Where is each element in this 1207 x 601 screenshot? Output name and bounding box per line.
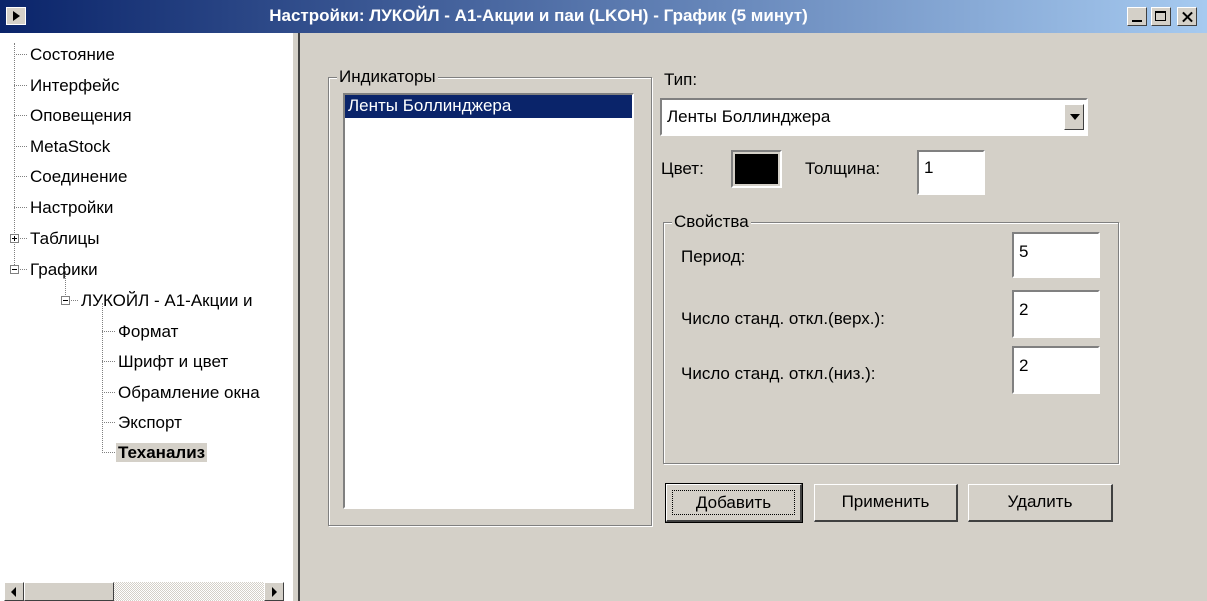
tree-item-font-color[interactable]: Шрифт и цвет xyxy=(102,352,228,372)
scrollbar-thumb[interactable] xyxy=(24,582,114,601)
tree-item-tables[interactable]: Таблицы xyxy=(14,229,99,249)
window-title: Настройки: ЛУКОЙЛ - А1-Акции и паи (LKOH… xyxy=(269,6,808,25)
chevron-down-icon[interactable] xyxy=(1064,104,1084,130)
upper-stddev-label: Число станд. откл.(верх.): xyxy=(681,309,885,328)
title-bar[interactable]: Настройки: ЛУКОЙЛ - А1-Акции и паи (LKOH… xyxy=(0,0,1207,33)
tree-item-settings[interactable]: Настройки xyxy=(14,198,113,218)
period-input[interactable]: 5 xyxy=(1012,232,1100,278)
period-label: Период: xyxy=(681,247,746,266)
tree-item-interface[interactable]: Интерфейс xyxy=(14,76,120,96)
tree-item-metastock[interactable]: MetaStock xyxy=(14,137,110,157)
period-value: 5 xyxy=(1019,242,1029,261)
pane-splitter[interactable] xyxy=(292,33,300,601)
scroll-left-button[interactable] xyxy=(4,582,24,601)
delete-button[interactable]: Удалить xyxy=(968,484,1113,522)
indicators-list[interactable]: Ленты Боллинджера xyxy=(343,93,634,509)
tree-item-export[interactable]: Экспорт xyxy=(102,413,182,433)
type-combobox-value: Ленты Боллинджера xyxy=(667,107,831,126)
lower-stddev-label: Число станд. откл.(низ.): xyxy=(681,364,876,383)
tree-item-charts[interactable]: Графики xyxy=(14,260,98,280)
type-combobox[interactable]: Ленты Боллинджера xyxy=(660,98,1088,136)
tree-item-state[interactable]: Состояние xyxy=(14,45,115,65)
properties-legend: Свойства xyxy=(672,212,751,232)
lower-stddev-input[interactable]: 2 xyxy=(1012,346,1100,394)
thickness-input[interactable]: 1 xyxy=(917,150,985,195)
minimize-button[interactable] xyxy=(1127,7,1147,26)
tree-item-tech-analysis[interactable]: Теханализ xyxy=(102,443,208,463)
scroll-right-button[interactable] xyxy=(264,582,284,601)
settings-tree[interactable]: Состояние Интерфейс Оповещения MetaStock… xyxy=(0,33,292,601)
close-button[interactable] xyxy=(1177,7,1197,26)
color-label: Цвет: xyxy=(661,159,704,178)
thickness-label: Толщина: xyxy=(805,159,881,178)
indicators-legend: Индикаторы xyxy=(337,67,438,87)
upper-stddev-input[interactable]: 2 xyxy=(1012,290,1100,338)
indicator-list-item[interactable]: Ленты Боллинджера xyxy=(345,95,632,118)
tree-item-connection[interactable]: Соединение xyxy=(14,167,127,187)
add-button-label: Добавить xyxy=(672,490,795,515)
add-button[interactable]: Добавить xyxy=(665,483,803,523)
type-label: Тип: xyxy=(664,70,698,89)
tree-item-lukoil-chart[interactable]: ЛУКОЙЛ - А1-Акции и xyxy=(65,291,253,311)
color-swatch-fill xyxy=(735,154,778,184)
apply-button[interactable]: Применить xyxy=(814,484,958,522)
color-swatch[interactable] xyxy=(731,150,782,188)
tree-item-notifications[interactable]: Оповещения xyxy=(14,106,132,126)
tree-item-window-frame[interactable]: Обрамление окна xyxy=(102,383,260,403)
tree-item-format[interactable]: Формат xyxy=(102,322,178,342)
tree-horizontal-scrollbar[interactable] xyxy=(4,582,284,601)
maximize-button[interactable] xyxy=(1151,7,1171,26)
lower-stddev-value: 2 xyxy=(1019,356,1029,375)
thickness-value: 1 xyxy=(924,158,934,177)
upper-stddev-value: 2 xyxy=(1019,300,1029,319)
